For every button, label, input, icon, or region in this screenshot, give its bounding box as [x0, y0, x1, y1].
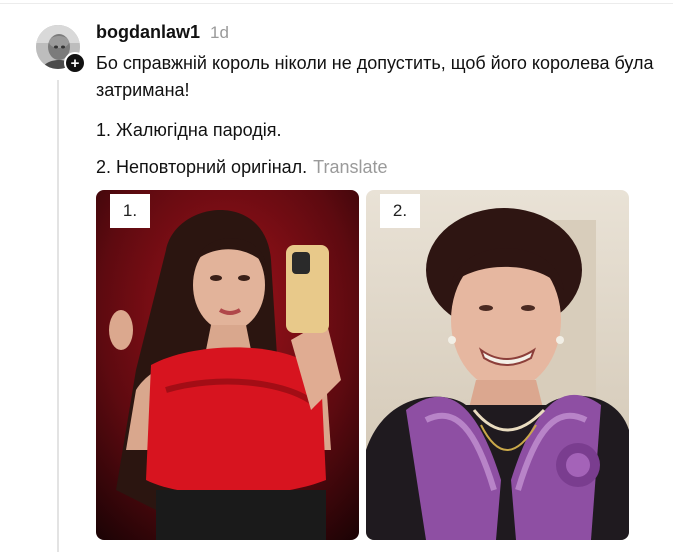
comment-page: + bogdanlaw1 1d Бо справжній король ніко…	[0, 0, 673, 552]
translate-link[interactable]: Translate	[313, 157, 387, 177]
comment-text-line-2: 1. Жалюгідна пародія.	[96, 120, 282, 140]
comment-text-line-1: Бо справжній король ніколи не допустить,…	[96, 53, 654, 100]
comment-text-line-3-content: 2. Неповторний оригінал.	[96, 157, 308, 177]
photo-woman-purple-blouse-icon	[366, 190, 629, 540]
comment-header: bogdanlaw1 1d	[96, 22, 229, 46]
username[interactable]: bogdanlaw1	[96, 22, 200, 43]
image-1-label: 1.	[110, 194, 150, 228]
image-2-label: 2.	[380, 194, 420, 228]
thread-line	[57, 80, 59, 552]
attached-image-1[interactable]: 1.	[96, 190, 359, 540]
photo-woman-red-dress-icon	[96, 190, 359, 540]
timestamp: 1d	[210, 23, 229, 42]
follow-plus-icon[interactable]: +	[64, 52, 86, 74]
comment-text-line-3: 2. Неповторний оригінал. Translate	[96, 154, 656, 181]
top-divider	[0, 3, 673, 4]
attached-image-2[interactable]: 2.	[366, 190, 629, 540]
